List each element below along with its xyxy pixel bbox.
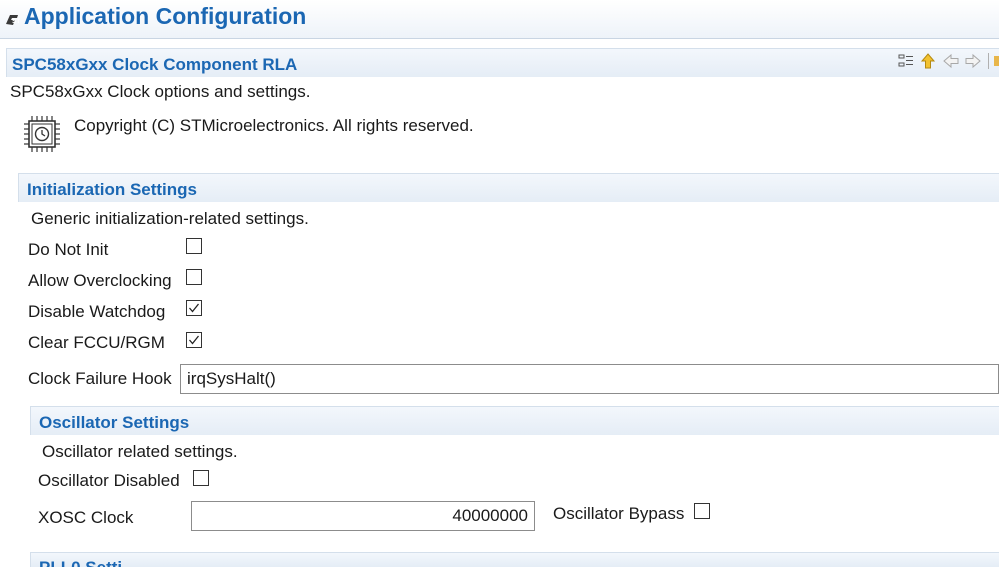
pll0-section-header[interactable]: PLL0 Setti — [30, 552, 999, 567]
init-section-header[interactable]: Initialization Settings — [18, 173, 999, 202]
do-not-init-checkbox[interactable] — [186, 238, 202, 254]
checkmark-icon — [189, 303, 200, 313]
do-not-init-label: Do Not Init — [28, 240, 109, 259]
disable-watchdog-checkbox[interactable] — [186, 300, 202, 316]
allow-overclocking-checkbox[interactable] — [186, 269, 202, 285]
clock-failure-hook-input[interactable] — [180, 364, 999, 394]
component-section-header[interactable]: SPC58xGxx Clock Component RLA — [6, 48, 999, 77]
copyright-text: Copyright (C) STMicroelectronics. All ri… — [74, 116, 474, 135]
svg-text:ST: ST — [12, 18, 20, 25]
forward-arrow-icon[interactable] — [965, 53, 981, 69]
clock-failure-hook-label: Clock Failure Hook — [28, 369, 172, 388]
component-title: SPC58xGxx Clock Component RLA — [12, 55, 298, 74]
disable-watchdog-label: Disable Watchdog — [28, 302, 166, 321]
app-title: Application Configuration — [24, 3, 307, 29]
clock-chip-icon — [24, 116, 60, 152]
osc-section-header[interactable]: Oscillator Settings — [30, 406, 999, 435]
osc-disabled-checkbox[interactable] — [193, 470, 209, 486]
xosc-clock-input[interactable] — [191, 501, 535, 531]
xosc-clock-label: XOSC Clock — [38, 508, 134, 527]
osc-bypass-label: Oscillator Bypass — [553, 504, 685, 523]
osc-bypass-checkbox[interactable] — [694, 503, 710, 519]
init-description: Generic initialization-related settings. — [31, 209, 309, 228]
component-description: SPC58xGxx Clock options and settings. — [10, 82, 311, 101]
app-header: ST Application Configuration — [0, 0, 999, 39]
checkmark-icon — [189, 335, 200, 345]
collapse-all-icon[interactable] — [898, 53, 914, 69]
st-logo-icon: ST — [6, 15, 20, 25]
toolbar-separator — [988, 53, 989, 69]
osc-section-title: Oscillator Settings — [39, 413, 190, 432]
up-arrow-icon[interactable] — [920, 53, 936, 69]
clear-fccu-label: Clear FCCU/RGM — [28, 333, 165, 352]
allow-overclocking-label: Allow Overclocking — [28, 271, 172, 290]
back-arrow-icon[interactable] — [943, 53, 959, 69]
clear-fccu-checkbox[interactable] — [186, 332, 202, 348]
toolbar-overflow-icon[interactable] — [994, 56, 999, 66]
osc-description: Oscillator related settings. — [42, 442, 238, 461]
init-section-title: Initialization Settings — [27, 180, 198, 199]
osc-disabled-label: Oscillator Disabled — [38, 471, 180, 490]
